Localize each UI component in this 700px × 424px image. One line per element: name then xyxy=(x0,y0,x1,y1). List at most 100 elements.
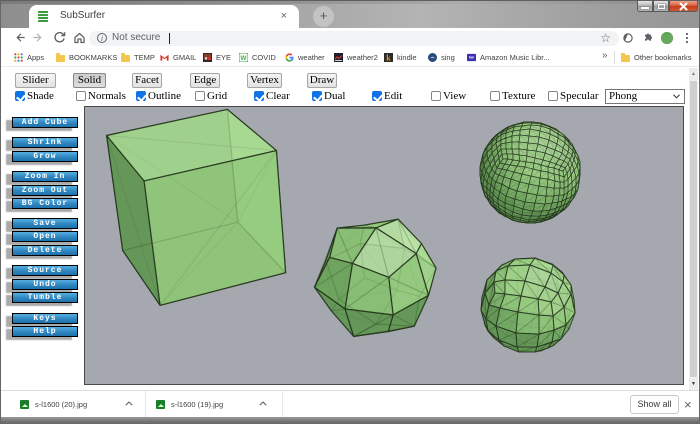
bookmark-item[interactable]: GMAIL xyxy=(160,50,196,65)
close-button[interactable] xyxy=(669,1,698,12)
home-button[interactable] xyxy=(72,31,86,45)
new-tab-button[interactable]: + xyxy=(313,6,334,27)
mode-button-5[interactable]: Draw xyxy=(307,73,337,88)
bookmark-label: weather2 xyxy=(347,53,378,62)
select-value: Phong xyxy=(609,90,638,102)
menu-dots-icon[interactable] xyxy=(681,32,697,48)
scrollbar-thumb[interactable] xyxy=(690,81,697,377)
checkbox-item[interactable]: Specular xyxy=(548,89,598,103)
mode-button-3[interactable]: Edge xyxy=(190,73,220,88)
extensions-puzzle-icon[interactable] xyxy=(642,32,658,48)
checkbox-label: Shade xyxy=(27,90,54,102)
green-w-icon: W xyxy=(239,49,248,67)
forward-button[interactable] xyxy=(31,31,45,45)
mode-button-1[interactable]: Solid xyxy=(73,73,106,88)
shading-mode-select[interactable]: Phong xyxy=(605,89,685,104)
extension-circle-icon[interactable] xyxy=(622,32,638,48)
checkbox[interactable] xyxy=(431,91,441,101)
gmail-icon xyxy=(160,49,169,67)
checkbox-item[interactable]: View xyxy=(431,89,466,103)
sidebar-button-9[interactable]: Source xyxy=(12,265,78,276)
checkbox[interactable] xyxy=(254,91,264,101)
sidebar-button-7[interactable]: Open xyxy=(12,231,78,242)
sidebar-button-0[interactable]: Add Cube xyxy=(12,116,78,128)
checkbox[interactable] xyxy=(548,91,558,101)
sidebar-button-1[interactable]: Shrink xyxy=(12,137,78,148)
checkbox[interactable] xyxy=(195,91,205,101)
scroll-up-button[interactable]: ▲ xyxy=(689,68,698,80)
checkbox-item[interactable]: Shade xyxy=(15,89,54,103)
sidebar-button-12[interactable]: Keys xyxy=(12,312,78,324)
bookmark-item[interactable]: weather xyxy=(285,50,325,65)
other-bookmarks[interactable]: Other bookmarks xyxy=(621,50,692,65)
bookmark-item[interactable]: EYE xyxy=(203,50,231,65)
checkbox[interactable] xyxy=(490,91,500,101)
bookmark-item[interactable]: TEMP xyxy=(121,50,155,65)
bookmark-item[interactable]: k kindle xyxy=(384,50,417,65)
checkbox[interactable] xyxy=(136,91,146,101)
checkbox-item[interactable]: Texture xyxy=(490,89,535,103)
chevron-up-icon[interactable] xyxy=(259,401,267,406)
checkbox[interactable] xyxy=(372,91,382,101)
title-bar: SubSurfer × + xyxy=(1,0,699,28)
info-icon[interactable]: i xyxy=(97,32,107,43)
checkbox-label: Clear xyxy=(266,90,290,102)
bookmark-item[interactable]: BOOKMARKS xyxy=(56,50,117,65)
image-file-icon xyxy=(156,400,165,409)
checkbox-label: Texture xyxy=(502,90,536,102)
browser-tab[interactable]: SubSurfer × xyxy=(29,5,299,28)
chevron-up-icon[interactable] xyxy=(125,401,133,406)
downloads-close-icon[interactable]: × xyxy=(684,397,692,412)
checkbox-label: Dual xyxy=(324,90,346,102)
sidebar-button-8[interactable]: Delete xyxy=(12,244,78,256)
checkbox-label: Normals xyxy=(88,90,126,102)
mode-button-4[interactable]: Vertex xyxy=(247,73,282,88)
reload-button[interactable] xyxy=(52,31,66,45)
checkbox-item[interactable]: Edit xyxy=(372,89,402,103)
image-file-icon xyxy=(20,400,29,409)
sidebar-button-13[interactable]: Help xyxy=(12,326,78,337)
mode-button-2[interactable]: Facet xyxy=(132,73,162,88)
bookmark-item[interactable]: hm Amazon Music Libr... xyxy=(467,50,550,65)
google-g-icon xyxy=(285,49,294,67)
checkbox-item[interactable]: Grid xyxy=(195,89,227,103)
checkbox-item[interactable]: Normals xyxy=(76,89,126,103)
checkbox[interactable] xyxy=(312,91,322,101)
bookmark-item[interactable]: weather2 xyxy=(334,50,378,65)
mode-button-0[interactable]: Slider xyxy=(15,73,56,88)
bookmark-item[interactable]: W COVID xyxy=(239,50,276,65)
sidebar-button-5[interactable]: BG Color xyxy=(12,198,78,209)
scroll-down-button[interactable]: ▼ xyxy=(689,378,698,390)
checkbox-item[interactable]: Dual xyxy=(312,89,345,103)
sidebar-button-3[interactable]: Zoom In xyxy=(12,171,78,182)
sidebar-button-10[interactable]: Undo xyxy=(12,278,78,290)
checkbox-label: View xyxy=(443,90,467,102)
subdivided-cube-object xyxy=(313,218,437,337)
profile-avatar[interactable] xyxy=(660,31,676,47)
minimize-button[interactable] xyxy=(637,1,653,12)
sidebar-button-11[interactable]: Tumble xyxy=(12,292,78,303)
checkbox-item[interactable]: Outline xyxy=(136,89,181,103)
page-scrollbar[interactable]: ▲ ▼ xyxy=(689,68,698,390)
bookmark-apps[interactable]: Apps xyxy=(14,50,44,65)
bookmark-item[interactable]: sing xyxy=(428,50,455,65)
show-all-button[interactable]: Show all xyxy=(630,395,679,414)
folder-icon xyxy=(56,49,65,67)
checkbox[interactable] xyxy=(15,91,25,101)
maximize-button[interactable] xyxy=(653,1,669,12)
checkbox-item[interactable]: Clear xyxy=(254,89,290,103)
checkbox[interactable] xyxy=(76,91,86,101)
sidebar-button-6[interactable]: Save xyxy=(12,217,78,229)
address-bar[interactable]: i Not secure ☆ xyxy=(89,30,619,46)
chevron-down-icon xyxy=(673,94,680,99)
bookmark-label: Amazon Music Libr... xyxy=(480,53,550,62)
bookmarks-overflow-chevron[interactable]: » xyxy=(602,50,608,61)
bookmark-label: kindle xyxy=(397,53,417,62)
sidebar-button-4[interactable]: Zoom Out xyxy=(12,184,78,196)
sidebar-button-2[interactable]: Grow xyxy=(12,150,78,162)
kindle-icon: k xyxy=(384,49,393,67)
tab-close-icon[interactable]: × xyxy=(281,9,287,23)
back-button[interactable] xyxy=(13,31,27,45)
render-canvas[interactable] xyxy=(84,106,684,385)
bookmark-star-icon[interactable]: ☆ xyxy=(600,31,611,45)
